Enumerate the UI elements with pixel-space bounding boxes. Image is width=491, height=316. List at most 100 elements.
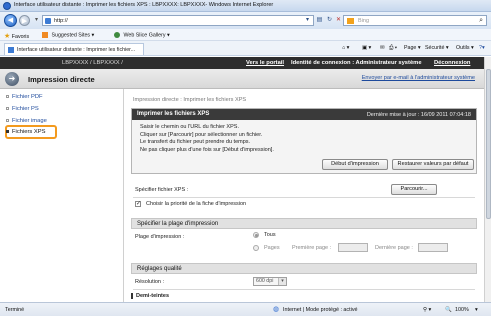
xps-print-panel: Imprimer les fichiers XPS Dernière mise … [131, 108, 477, 174]
search-box[interactable]: Bing ⌕ [343, 15, 487, 26]
help-icon[interactable]: ?▾ [479, 45, 485, 51]
sidebar: Fichier PDF Fichier PS Fichier image Fic… [0, 89, 124, 302]
last-updated: Dernière mise à jour : 16/09 2011 07:04:… [366, 111, 471, 118]
tab-page-icon [8, 47, 14, 53]
last-page-input[interactable] [418, 243, 448, 252]
zoom-icon: 🔍 [445, 307, 452, 313]
web-slice-icon [114, 32, 120, 38]
first-page-label: Première page : [292, 245, 332, 251]
page-scrollbar[interactable] [484, 57, 491, 302]
panel-instruction: Le transfert du fichier peut prendre du … [140, 139, 251, 146]
tools-menu[interactable]: Outils ▾ [456, 45, 474, 51]
breadcrumb: Impression directe : Imprimer les fichie… [133, 97, 247, 103]
resolution-value: 600 dpi [256, 278, 274, 284]
halftone-heading: Demi-teintes [131, 293, 169, 299]
quality-heading: Réglages qualité [137, 266, 182, 272]
address-dropdown-icon[interactable]: ▾ [303, 16, 312, 25]
feeds-icon[interactable]: ▣ ▾ [362, 45, 371, 51]
panel-instruction: Cliquer sur [Parcourir] pour sélectionne… [140, 131, 263, 138]
bullet-icon [6, 106, 9, 110]
page-title: Impression directe [28, 75, 95, 84]
page-menu[interactable]: Page ▾ [404, 45, 421, 51]
zone-text: Internet | Mode protégé : activé [283, 307, 358, 313]
priority-checkbox[interactable] [135, 200, 141, 207]
print-range-heading: Spécifier la plage d'impression [137, 221, 219, 227]
compat-view-icon[interactable]: ▤ [315, 16, 324, 25]
range-pages-radio[interactable] [253, 245, 259, 251]
resolution-label: Résolution : [135, 279, 165, 285]
browse-button[interactable]: Parcourir... [391, 184, 437, 195]
search-placeholder: Bing [358, 18, 370, 24]
protected-mode-icon[interactable]: ⚲ ▾ [423, 307, 431, 313]
device-name: LBPXXXX / LBPXXXX / [62, 60, 123, 66]
sidebar-item-xps[interactable]: Fichiers XPS [6, 129, 46, 135]
range-all-radio[interactable] [253, 232, 259, 238]
restore-defaults-button[interactable]: Restaurer valeurs par défaut [392, 159, 474, 170]
print-range-section: Spécifier la plage d'impression [131, 218, 477, 229]
address-text: http:// [54, 18, 68, 24]
bullet-icon [6, 129, 9, 133]
logout-link[interactable]: Déconnexion [434, 60, 470, 66]
login-identity: Identité de connexion : Administrateur s… [291, 60, 422, 66]
home-icon[interactable]: ⌂ ▾ [342, 45, 349, 51]
panel-title: Imprimer les fichiers XPS [137, 111, 210, 117]
divider [133, 197, 475, 198]
favorites-bar: ★ Favoris Suggested Sites ▾ Web Slice Ga… [0, 29, 491, 41]
window-titlebar: Interface utilisateur distante : Imprime… [0, 0, 491, 12]
sidebar-item-pdf[interactable]: Fichier PDF [6, 94, 43, 100]
sidebar-item-image[interactable]: Fichier image [6, 118, 47, 124]
tab-title: Interface utilisateur distante : Imprime… [17, 47, 136, 53]
web-slice-label: Web Slice Gallery ▾ [123, 32, 170, 39]
page-icon [45, 18, 51, 24]
web-slice-link[interactable]: Web Slice Gallery ▾ [114, 32, 170, 38]
chevron-down-icon: ▾ [278, 278, 286, 285]
file-label: Spécifier fichier XPS : [135, 187, 189, 193]
device-header: LBPXXXX / LBPXXXX / Vers le portail Iden… [0, 57, 491, 69]
scrollbar-thumb[interactable] [486, 69, 491, 219]
window-title: Interface utilisateur distante : Imprime… [14, 2, 274, 8]
quality-section: Réglages qualité [131, 263, 477, 274]
security-menu[interactable]: Sécurité ▾ [425, 45, 449, 51]
panel-instruction: Ne pas cliquer plus d'une fois sur [Débu… [140, 146, 274, 153]
search-icon[interactable]: ⌕ [479, 17, 483, 25]
mail-icon[interactable]: ✉ [380, 45, 384, 51]
bullet-icon [6, 118, 9, 122]
range-all-label: Tous [264, 232, 276, 238]
mail-admin-link[interactable]: Envoyer par e-mail à l'administrateur sy… [362, 75, 475, 81]
suggested-sites-label: Suggested Sites ▾ [51, 32, 95, 39]
start-print-button[interactable]: Début d'impression [322, 159, 388, 170]
divider [133, 289, 475, 290]
last-page-label: Dernière page : [375, 245, 413, 251]
favorites-label: Favoris [11, 34, 30, 40]
priority-label: Choisir la priorité de la fiche d'impres… [146, 201, 247, 207]
sidebar-item-ps[interactable]: Fichier PS [6, 106, 39, 112]
print-range-label: Plage d'impression : [135, 234, 185, 240]
main-content: Impression directe : Imprimer les fichie… [125, 89, 485, 302]
status-text: Terminé [5, 307, 25, 313]
zoom-level[interactable]: 100% [455, 307, 469, 313]
first-page-input[interactable] [338, 243, 368, 252]
resolution-select[interactable]: 600 dpi ▾ [253, 277, 287, 286]
favorites-star-icon: ★ [4, 33, 11, 40]
portal-link[interactable]: Vers le portail [246, 60, 284, 66]
back-button[interactable]: ◀ [4, 14, 17, 27]
globe-icon: ◍ [273, 306, 280, 313]
sidebar-item-label: Fichier PDF [12, 94, 43, 100]
stop-icon[interactable]: ✕ [334, 16, 343, 25]
sidebar-item-label: Fichier image [12, 118, 47, 124]
bing-logo-icon [347, 18, 354, 24]
range-pages-label: Pages [264, 245, 280, 251]
refresh-icon[interactable]: ↻ [325, 16, 334, 25]
suggested-sites-icon [42, 32, 48, 38]
forward-button[interactable]: ▶ [19, 15, 30, 26]
address-bar[interactable]: http:// [42, 15, 314, 26]
history-dropdown-icon[interactable]: ▾ [32, 16, 41, 25]
zoom-dropdown-icon[interactable]: ▾ [475, 307, 478, 313]
suggested-sites-link[interactable]: Suggested Sites ▾ [42, 32, 94, 38]
print-icon[interactable]: ⎙ ▾ [389, 45, 397, 52]
direct-print-arrow-icon: ➜ [5, 72, 19, 86]
sidebar-item-label: Fichier PS [12, 106, 39, 112]
favorites-button[interactable]: ★ Favoris [4, 32, 29, 40]
page-header: ➜ Impression directe Envoyer par e-mail … [0, 69, 491, 89]
tab-remote-ui[interactable]: Interface utilisateur distante : Imprime… [4, 43, 144, 55]
